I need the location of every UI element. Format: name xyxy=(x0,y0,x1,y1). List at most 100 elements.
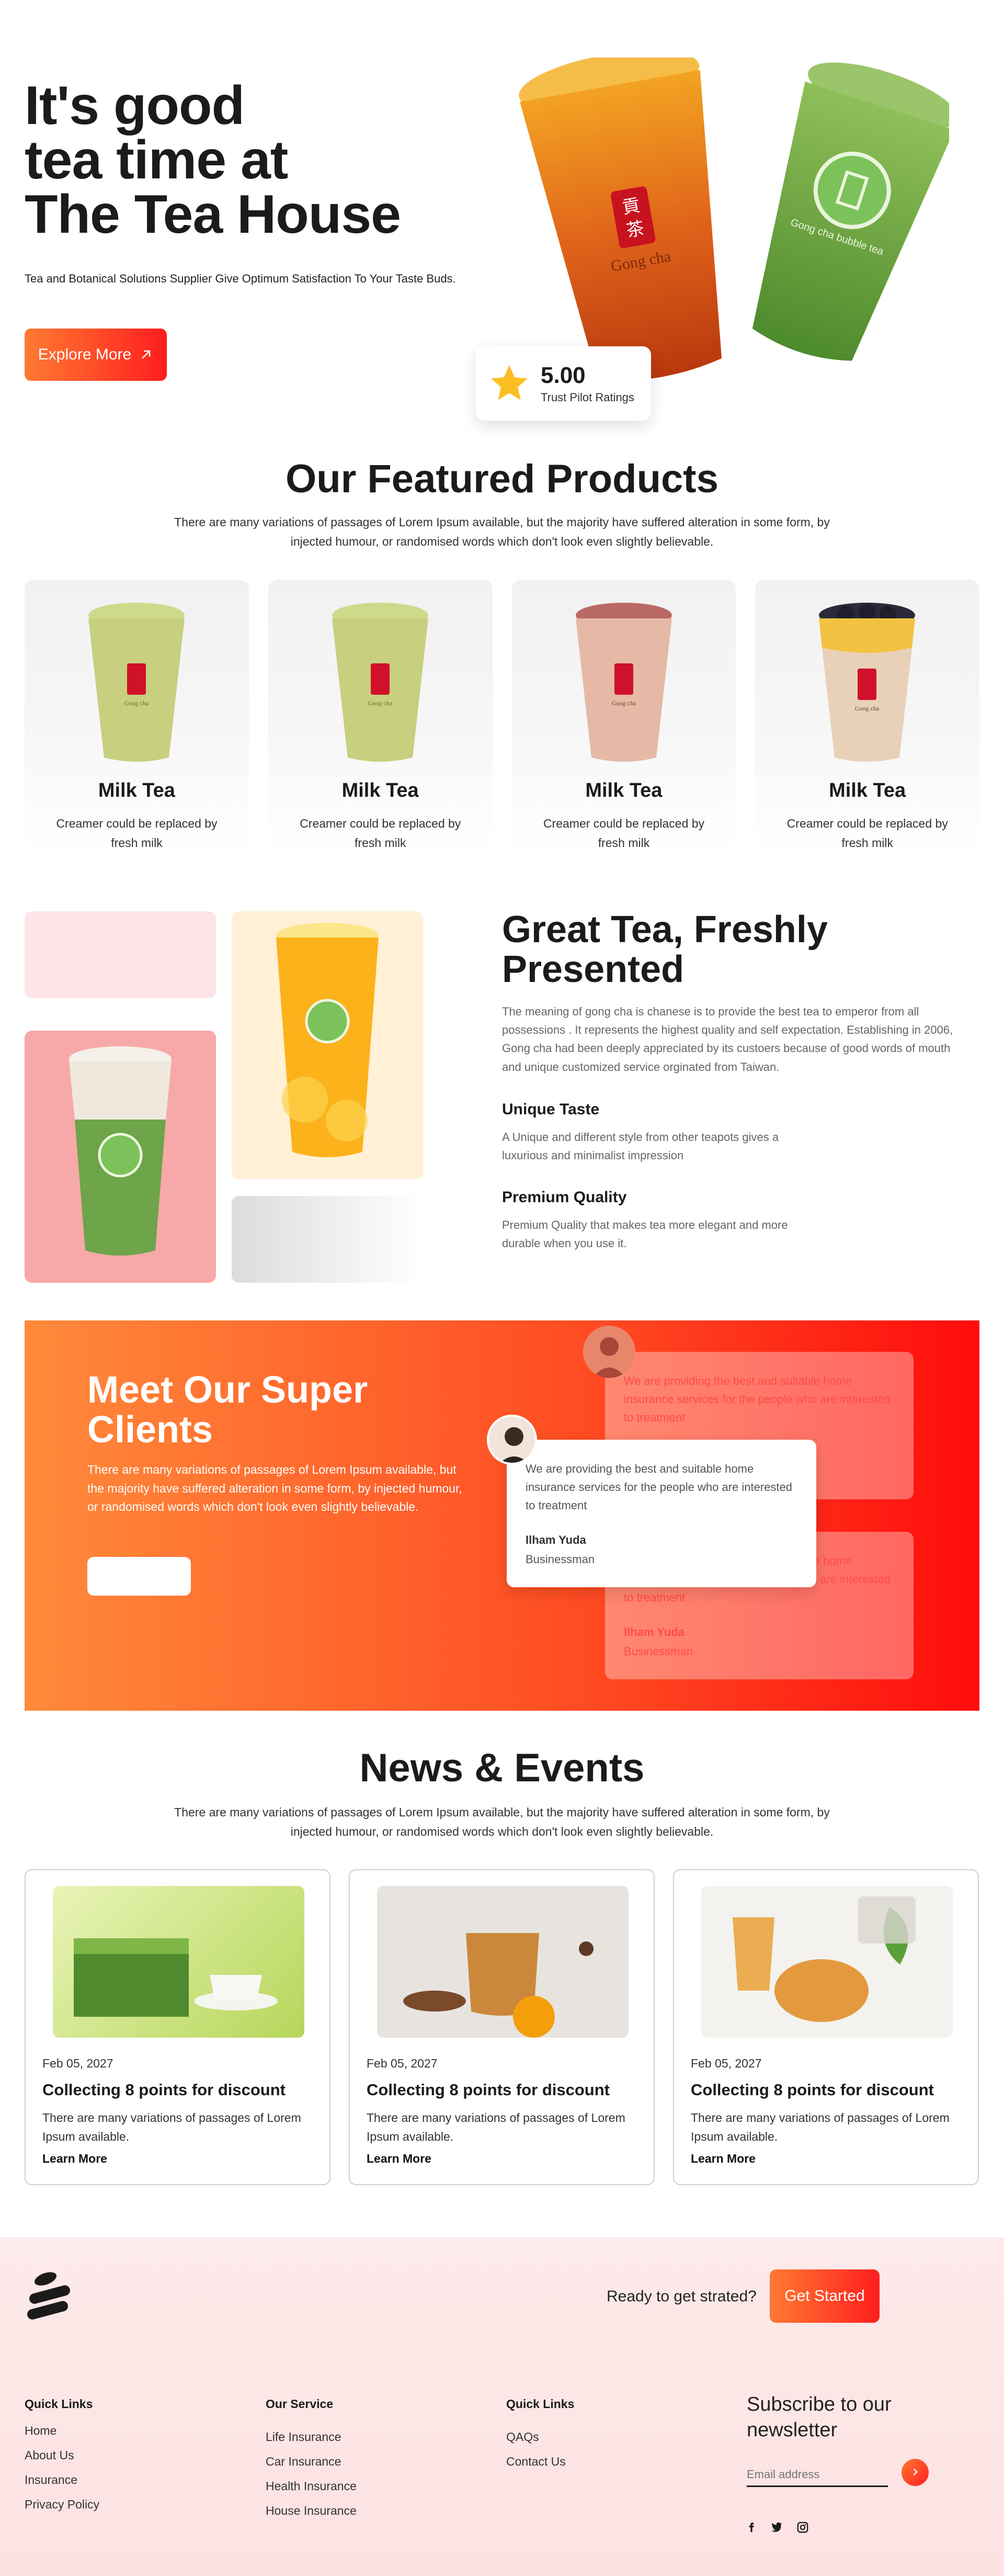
matcha-milk-tea-image: Gong cha xyxy=(332,603,428,762)
product-card[interactable]: Gong cha Milk Tea Creamer could be repla… xyxy=(268,580,493,853)
product-list: Gong cha Milk Tea Creamer could be repla… xyxy=(25,580,979,853)
product-card[interactable]: Gong cha Milk Tea Creamer could be repla… xyxy=(755,580,979,853)
news-title: Collecting 8 points for discount xyxy=(691,2081,934,2099)
clients-description: There are many variations of passages of… xyxy=(87,1463,462,1514)
news-list: Feb 05, 2027 Collecting 8 points for dis… xyxy=(25,1869,979,2185)
news-image xyxy=(701,1886,953,2038)
footer-link-house-insurance[interactable]: House Insurance xyxy=(266,2504,357,2518)
news-image xyxy=(377,1886,629,2038)
chevron-right-icon xyxy=(913,2468,918,2476)
learn-more-link[interactable]: Learn More xyxy=(42,2152,107,2166)
matcha-latte-image xyxy=(69,1046,172,1256)
newsletter-title: Subscribe to our newsletter xyxy=(747,2393,892,2442)
news-title: Collecting 8 points for discount xyxy=(367,2081,610,2099)
news-title: News & Events xyxy=(359,1746,645,1790)
svg-text:Gong cha: Gong cha xyxy=(855,705,880,712)
pearl-milk-tea-image: Gong cha xyxy=(819,603,916,762)
footer-column: Our Service Life Insurance Car Insurance… xyxy=(266,2397,357,2528)
product-name: Milk Tea xyxy=(829,779,906,801)
matcha-milk-tea-image: Gong cha xyxy=(88,603,185,762)
svg-text:Gong cha: Gong cha xyxy=(368,699,393,707)
news-image xyxy=(53,1886,304,2038)
rating-value: 5.00 xyxy=(541,363,586,388)
news-card[interactable]: Feb 05, 2027 Collecting 8 points for dis… xyxy=(673,1869,979,2185)
footer-column-title: Quick Links xyxy=(25,2397,93,2411)
rating-label: Trust Pilot Ratings xyxy=(541,391,634,404)
product-card[interactable]: Gong cha Milk Tea Creamer could be repla… xyxy=(25,580,249,853)
footer-link-qaqs[interactable]: QAQs xyxy=(506,2430,574,2444)
learn-more-link[interactable]: Learn More xyxy=(367,2152,431,2166)
featured-title: Our Featured Products xyxy=(286,457,718,501)
featured-description: There are many variations of passages of… xyxy=(174,515,830,548)
arrow-up-right-icon xyxy=(142,350,151,359)
product-description: Creamer could be replaced by fresh milk xyxy=(543,817,705,850)
hero-subtitle: Tea and Botanical Solutions Supplier Giv… xyxy=(25,272,456,285)
testimonial-role: Businessman xyxy=(624,1644,693,1658)
footer-link-life-insurance[interactable]: Life Insurance xyxy=(266,2430,357,2444)
svg-text:茶: 茶 xyxy=(625,218,646,241)
footer-link-health-insurance[interactable]: Health Insurance xyxy=(266,2479,357,2493)
product-name: Milk Tea xyxy=(585,779,663,801)
footer-column-title: Quick Links xyxy=(506,2397,575,2411)
testimonial-name: Ilham Yuda xyxy=(526,1533,586,1546)
news-description: There are many variations of passages of… xyxy=(42,2111,301,2143)
clients-button[interactable] xyxy=(87,1557,191,1596)
twitter-icon[interactable] xyxy=(769,2519,784,2535)
feature-title: Premium Quality xyxy=(502,1189,627,1206)
testimonial-role: Businessman xyxy=(526,1552,595,1566)
footer-link-home[interactable]: Home xyxy=(25,2424,99,2438)
hero-title-line: It's good xyxy=(25,75,245,136)
news-description: There are many variations of passages of… xyxy=(174,1805,830,1838)
ready-text: Ready to get strated? xyxy=(607,2288,757,2305)
news-card[interactable]: Feb 05, 2027 Collecting 8 points for dis… xyxy=(349,1869,655,2185)
footer-link-contact[interactable]: Contact Us xyxy=(506,2455,574,2469)
clients-title: Meet Our Super Clients xyxy=(87,1369,368,1451)
footer: Ready to get strated? Get Started Quick … xyxy=(0,2237,1004,2576)
logo-icon xyxy=(27,2272,70,2320)
instagram-icon[interactable] xyxy=(795,2519,811,2535)
great-tea-title: Great Tea, Freshly Presented xyxy=(502,909,828,990)
news-date: Feb 05, 2027 xyxy=(367,2057,438,2070)
great-tea-description: The meaning of gong cha is chanese is to… xyxy=(502,1005,953,1074)
star-icon xyxy=(491,365,528,400)
avatar xyxy=(487,1415,537,1465)
newsletter-submit-button[interactable] xyxy=(902,2459,929,2486)
hero-tea-cups-image: Gong cha bubble tea 貢 茶 Gong cha xyxy=(519,58,949,381)
product-description: Creamer could be replaced by fresh milk xyxy=(786,817,948,850)
learn-more-link[interactable]: Learn More xyxy=(691,2152,756,2166)
rating-card: 5.00 Trust Pilot Ratings xyxy=(476,346,651,421)
hero-title: It's good tea time at The Tea House xyxy=(25,78,474,242)
product-card[interactable]: Gong cha Milk Tea Creamer could be repla… xyxy=(511,580,736,853)
news-card[interactable]: Feb 05, 2027 Collecting 8 points for dis… xyxy=(25,1869,330,2185)
footer-column: Quick Links Home About Us Insurance Priv… xyxy=(25,2397,99,2522)
brown-milk-tea-image: Gong cha xyxy=(575,603,672,762)
email-field[interactable] xyxy=(747,2463,888,2487)
testimonial-card: We are providing the best and suitable h… xyxy=(507,1440,816,1587)
explore-more-button[interactable]: Explore More xyxy=(25,329,167,381)
testimonial-quote: We are providing the best and suitable h… xyxy=(526,1462,792,1512)
feature-title: Unique Taste xyxy=(502,1101,600,1118)
product-name: Milk Tea xyxy=(341,779,419,801)
explore-more-label: Explore More xyxy=(38,346,132,363)
news-date: Feb 05, 2027 xyxy=(42,2057,113,2070)
news-description: There are many variations of passages of… xyxy=(691,2111,950,2143)
svg-text:Gong cha: Gong cha xyxy=(124,699,149,707)
facebook-icon[interactable] xyxy=(744,2519,759,2535)
decorative-tile xyxy=(25,911,216,998)
news-description: There are many variations of passages of… xyxy=(367,2111,625,2143)
get-started-button[interactable]: Get Started xyxy=(770,2269,880,2323)
decorative-tile xyxy=(232,1196,423,1283)
footer-column-title: Our Service xyxy=(266,2397,334,2411)
orange-tea-tile xyxy=(232,911,423,1179)
testimonial-quote: We are providing the best and suitable h… xyxy=(624,1374,891,1425)
footer-link-insurance[interactable]: Insurance xyxy=(25,2473,99,2487)
feature-description: A Unique and different style from other … xyxy=(502,1131,779,1162)
landing-page: It's good tea time at The Tea House Tea … xyxy=(0,0,1004,2576)
clients-section: Meet Our Super Clients There are many va… xyxy=(25,1320,979,1711)
footer-link-car-insurance[interactable]: Car Insurance xyxy=(266,2455,357,2469)
news-title: Collecting 8 points for discount xyxy=(42,2081,286,2099)
feature-description: Premium Quality that makes tea more eleg… xyxy=(502,1218,788,1250)
hero-title-line: The Tea House xyxy=(25,184,401,245)
footer-link-privacy[interactable]: Privacy Policy xyxy=(25,2498,99,2512)
footer-link-about[interactable]: About Us xyxy=(25,2448,99,2462)
